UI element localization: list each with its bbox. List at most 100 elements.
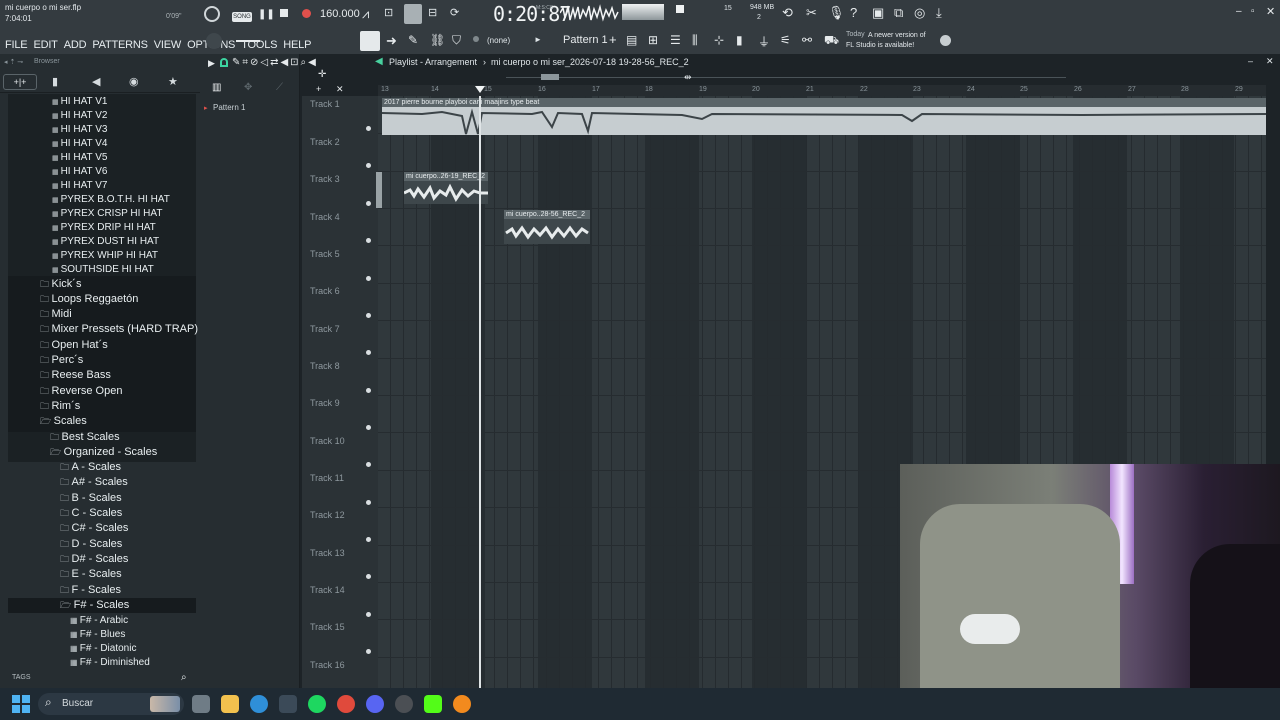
close-icon[interactable]: ✕ — [1266, 5, 1275, 18]
globe-icon[interactable] — [940, 35, 951, 46]
file-item[interactable]: ▦ PYREX CRISP HI HAT — [52, 207, 162, 221]
song-mode-toggle[interactable]: SONG — [232, 12, 252, 22]
plugin-icon[interactable]: ⧉ — [894, 5, 903, 21]
folder-item[interactable]: 🗀 D - Scales — [60, 537, 122, 552]
midi-file-item[interactable]: ▦ F# - Diatonic — [70, 642, 136, 656]
add-track-icon[interactable]: + — [316, 84, 321, 94]
piano-icon[interactable]: ▥ — [212, 82, 221, 93]
file-item[interactable]: ▦ HI HAT V1 — [52, 95, 107, 109]
scrollbar-thumb[interactable] — [541, 74, 559, 80]
menu-file[interactable]: FILE — [5, 39, 28, 51]
menu-help[interactable]: HELP — [283, 39, 311, 51]
track-name[interactable]: Track 6 — [310, 286, 340, 296]
folder-item[interactable]: 🗀 Mixer Pressets (HARD TRAP) — [40, 322, 198, 337]
track-mute-button[interactable] — [366, 425, 371, 430]
news-message[interactable]: A newer version of FL Studio is availabl… — [846, 31, 934, 51]
track-resize-handle[interactable] — [376, 172, 382, 208]
folder-item[interactable]: 🗁 Scales — [40, 414, 87, 429]
file-item[interactable]: ▦ PYREX WHIP HI HAT — [52, 249, 158, 263]
browser-files-tab[interactable]: ▮ — [52, 75, 58, 88]
spotify-icon[interactable] — [308, 695, 326, 713]
track-name[interactable]: Track 1 — [310, 99, 340, 109]
chat-icon[interactable]: ◎ — [914, 5, 925, 21]
wait-input-icon[interactable]: ⊡ — [384, 6, 393, 19]
mixer-knob[interactable] — [206, 33, 222, 49]
kick-icon[interactable] — [424, 695, 442, 713]
track-name[interactable]: Track 15 — [310, 622, 345, 632]
track-name[interactable]: Track 13 — [310, 548, 345, 558]
track-mute-button[interactable] — [366, 313, 371, 318]
folder-item[interactable]: 🗀 Kick´s — [40, 277, 81, 292]
master-pitch-handle[interactable] — [676, 5, 684, 13]
countdown-icon[interactable] — [404, 4, 422, 24]
file-item[interactable]: ▦ HI HAT V3 — [52, 123, 107, 137]
piano-roll-icon[interactable]: ⊞ — [648, 33, 658, 47]
taskbar-search[interactable]: ⌕ Buscar — [38, 693, 184, 715]
pattern-selector[interactable]: Pattern 1 — [563, 34, 608, 46]
maximize-icon[interactable]: ▫ — [1251, 6, 1255, 17]
cart-icon[interactable]: ⛟ — [824, 33, 839, 49]
pencil-icon[interactable]: ✎ — [408, 33, 418, 47]
help-icon[interactable]: ? — [850, 5, 857, 20]
folder-item[interactable]: 🗀 Midi — [40, 307, 72, 322]
file-item[interactable]: ▦ HI HAT V2 — [52, 109, 107, 123]
timeline-ruler[interactable]: 13 14 15 16 17 18 19 20 21 22 23 24 25 2… — [378, 85, 1266, 96]
mixer-icon[interactable]: ⫼ — [692, 33, 698, 48]
folder-item[interactable]: 🗀 A# - Scales — [60, 475, 128, 490]
track-name[interactable]: Track 10 — [310, 436, 345, 446]
browser-cloud-tab[interactable]: ◉ — [129, 75, 139, 88]
file-item[interactable]: ▦ PYREX B.O.T.H. HI HAT — [52, 193, 170, 207]
discord-icon[interactable] — [366, 695, 384, 713]
audio-clip[interactable]: 2017 pierre bourne playboi carti maajins… — [382, 98, 1266, 135]
track-mute-button[interactable] — [366, 126, 371, 131]
track-mute-button[interactable] — [366, 163, 371, 168]
track-name[interactable]: Track 14 — [310, 585, 345, 595]
folder-item[interactable]: 🗀 F - Scales — [60, 583, 121, 598]
edge-browser-icon[interactable] — [250, 695, 268, 713]
tempo-display[interactable]: 160.000 — [320, 8, 360, 20]
midi-file-item[interactable]: ▦ F# - Blues — [70, 628, 125, 642]
browser-file-icon[interactable]: ▮ — [736, 33, 743, 47]
folder-item[interactable]: 🗀 Reverse Open — [40, 384, 122, 399]
file-item[interactable]: ▦ HI HAT V7 — [52, 179, 107, 193]
folder-item[interactable]: 🗀 A - Scales — [60, 460, 121, 475]
file-item[interactable]: ▦ PYREX DUST HI HAT — [52, 235, 159, 249]
recycle-icon[interactable]: ⟲ — [782, 5, 793, 21]
track-mute-button[interactable] — [366, 350, 371, 355]
move-icon[interactable]: ✛ — [318, 69, 326, 80]
audio-clip[interactable]: mi cuerpo..26-19_REC_2 — [404, 172, 488, 204]
audio-clip[interactable]: mi cuerpo..28-56_REC_2 — [504, 210, 590, 244]
track-name[interactable]: Track 9 — [310, 398, 340, 408]
folder-item[interactable]: 🗀 Reese Bass — [40, 368, 111, 383]
file-item[interactable]: ▦ HI HAT V4 — [52, 137, 107, 151]
link-icon[interactable]: ⛓ — [430, 33, 445, 47]
track-mute-button[interactable] — [366, 462, 371, 467]
menu-patterns[interactable]: PATTERNS — [92, 39, 148, 51]
fl-studio-icon[interactable] — [453, 695, 471, 713]
folder-item[interactable]: 🗀 C# - Scales — [60, 521, 128, 536]
midi-file-item[interactable]: ▦ F# - Diminished — [70, 656, 150, 670]
folder-item[interactable]: 🗀 D# - Scales — [60, 552, 128, 567]
track-name[interactable]: Track 2 — [310, 137, 340, 147]
file-item[interactable]: ▦ HI HAT V6 — [52, 165, 107, 179]
channel-selector[interactable]: (none) — [487, 36, 510, 45]
windows-start-icon[interactable] — [12, 695, 30, 713]
folder-item[interactable]: 🗀 B - Scales — [60, 491, 122, 506]
search-icon[interactable]: ⌕ — [181, 672, 187, 683]
obs-icon[interactable] — [395, 695, 413, 713]
track-mute-button[interactable] — [366, 276, 371, 281]
stamp-icon[interactable]: ⛉ — [452, 33, 461, 48]
pattern-list-item[interactable]: Pattern 1 — [213, 103, 245, 112]
track-name[interactable]: Track 4 — [310, 212, 340, 222]
folder-item[interactable]: 🗀 Rim´s — [40, 399, 80, 414]
folder-item[interactable]: 🗀 E - Scales — [60, 567, 122, 582]
tree-icon[interactable]: ⊹ — [714, 33, 724, 47]
folder-item[interactable]: 🗀 Best Scales — [50, 430, 120, 445]
main-volume-slider[interactable] — [236, 40, 260, 42]
record-button[interactable] — [302, 9, 311, 18]
folder-item[interactable]: 🗁 Organized - Scales — [50, 445, 157, 460]
cut-icon[interactable]: ✂ — [806, 5, 817, 21]
minimize-icon[interactable]: – — [1236, 6, 1242, 17]
step-edit-icon[interactable]: ⊟ — [428, 6, 437, 19]
chrome-icon[interactable] — [337, 695, 355, 713]
